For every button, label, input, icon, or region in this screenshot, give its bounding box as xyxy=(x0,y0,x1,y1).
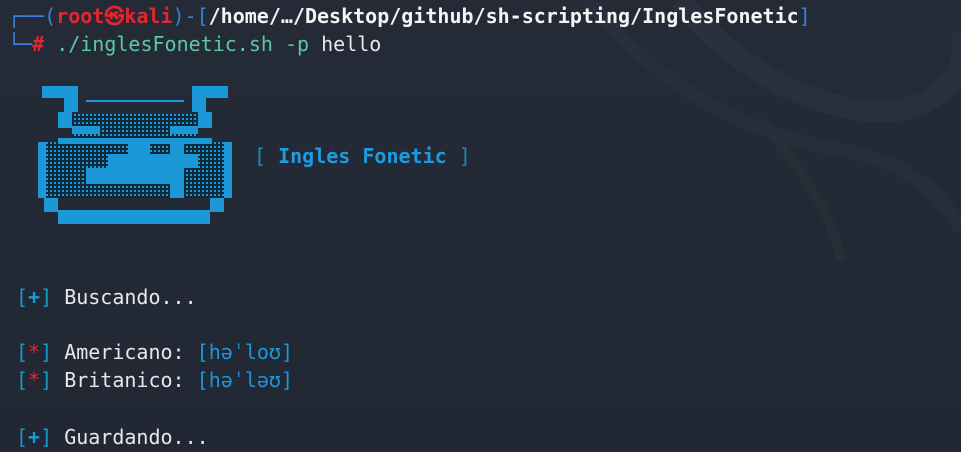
star-icon: * xyxy=(28,368,41,392)
banner-title: Ingles Fonetic xyxy=(278,144,447,168)
typewriter-logo-icon xyxy=(38,86,232,224)
terminal-window[interactable]: ┌──(root㉿kali)-[/home/…/Desktop/github/s… xyxy=(0,0,961,452)
skull-icon: ㉿ xyxy=(104,4,125,28)
prompt-line-2[interactable]: └─# ./inglesFonetic.sh -p hello xyxy=(8,30,381,58)
star-icon: * xyxy=(28,340,41,364)
command-argument: hello xyxy=(321,32,382,56)
output-text: Guardando... xyxy=(64,425,209,449)
output-label: Britanico: xyxy=(64,368,185,392)
ipa-british: [həˈləʊ] xyxy=(196,368,293,392)
prompt-corner-top: ┌──( xyxy=(8,4,57,28)
banner-close-bracket: ] xyxy=(458,144,471,168)
banner-title-line: [ Ingles Fonetic ] xyxy=(254,142,471,170)
output-line-american: [*] Americano: [həˈloʊ] xyxy=(16,340,293,364)
prompt-separator: )-[ xyxy=(172,4,209,28)
prompt-line-1: ┌──(root㉿kali)-[/home/…/Desktop/github/s… xyxy=(8,2,811,30)
plus-icon: + xyxy=(28,285,41,309)
ipa-american: [həˈloʊ] xyxy=(196,340,293,364)
output-line-british: [*] Britanico: [həˈləʊ] xyxy=(16,368,293,392)
banner-open-bracket: [ xyxy=(254,144,267,168)
prompt-corner-bottom: └─ xyxy=(8,32,33,56)
output-line-saving: [+] Guardando... xyxy=(16,425,209,449)
prompt-bracket-close: ] xyxy=(798,4,811,28)
prompt-host: kali xyxy=(124,4,173,28)
prompt-symbol: # xyxy=(32,32,45,56)
output-label: Americano: xyxy=(64,340,185,364)
prompt-path: /home/…/Desktop/github/sh-scripting/Ingl… xyxy=(208,4,799,28)
prompt-user: root xyxy=(56,4,105,28)
plus-icon: + xyxy=(28,425,41,449)
kali-dragon-watermark xyxy=(579,0,961,261)
command-name: ./inglesFonetic.sh xyxy=(56,32,273,56)
output-line-searching: [+] Buscando... xyxy=(16,285,197,309)
command-flag: -p xyxy=(284,32,310,56)
output-text: Buscando... xyxy=(64,285,197,309)
